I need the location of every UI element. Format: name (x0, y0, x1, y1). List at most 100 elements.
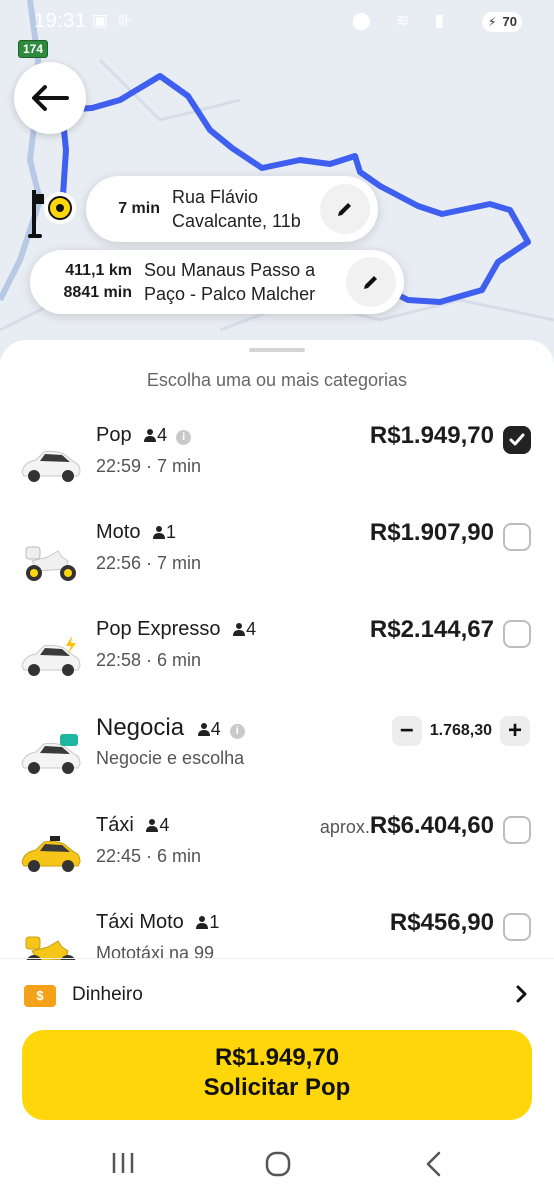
price-prefix: aprox. (319, 817, 370, 837)
pickup-eta: 7 min (118, 200, 160, 217)
category-taxi-moto[interactable]: Táxi Moto 1 Mototáxi na 99 R$456,90 (0, 909, 554, 960)
person-icon (196, 916, 209, 929)
notification-icons: ▣⊪ (92, 11, 143, 30)
road-badge: 174 (18, 40, 49, 58)
battery-level: 70 (502, 14, 517, 29)
price-stepper[interactable]: − 1.768,30 + (391, 716, 530, 746)
recents-button[interactable] (110, 1150, 136, 1181)
checkmark-icon (509, 433, 525, 446)
passenger-count: 1 (209, 912, 220, 932)
home-button[interactable] (264, 1150, 292, 1183)
car-icon (21, 450, 81, 482)
category-negocia[interactable]: Negocia 4 i Negocie e escolha − 1.768,30… (0, 714, 554, 806)
category-moto[interactable]: Moto 1 22:56 · 7 min R$1.907,90 (0, 519, 554, 611)
pickup-address: Rua Flávio Cavalcante, 11b (172, 185, 320, 233)
back-button[interactable] (14, 62, 86, 134)
passenger-count: 4 (159, 815, 170, 835)
category-eta: 22:45 · 6 min (96, 846, 202, 866)
sheet-handle[interactable] (249, 348, 305, 352)
back-arrow-icon (32, 85, 69, 111)
category-checkbox[interactable] (503, 523, 531, 551)
category-name-text: Pop (96, 424, 132, 446)
route-map[interactable]: 19:31 ▣⊪ ⬤ ≋ ▮ ⚡ 70 174 7 min Rua Flávio… (0, 0, 554, 380)
destination-address-line1: Sou Manaus Passo a (144, 260, 316, 280)
home-icon (265, 1151, 291, 1177)
pickup-address-line1: Rua Flávio (172, 187, 259, 207)
category-checkbox[interactable] (503, 620, 531, 648)
person-icon (153, 526, 166, 539)
category-subtitle: Negocie e escolha (96, 748, 245, 768)
category-name-text: Moto (96, 521, 141, 543)
edit-destination-button[interactable] (346, 257, 396, 307)
destination-card[interactable]: 411,1 km 8841 min Sou Manaus Passo a Paç… (30, 250, 404, 314)
request-price: R$1.949,70 (214, 1044, 340, 1071)
category-name: Táxi Moto 1 (96, 911, 219, 934)
category-price: R$2.144,67 (369, 616, 494, 643)
pencil-icon (364, 276, 377, 289)
category-name: Pop 4 i (96, 424, 192, 447)
taxi-icon (21, 836, 81, 872)
increase-price-button[interactable]: + (500, 716, 530, 746)
passenger-capacity: 4 (143, 425, 172, 445)
request-ride-button[interactable]: R$1.949,70 Solicitar Pop (22, 1030, 532, 1120)
passenger-capacity: 4 (145, 815, 169, 835)
signal-icons: ⬤ ≋ ▮ (351, 11, 454, 30)
passenger-capacity: 1 (195, 912, 219, 932)
category-name-text: Negocia (96, 714, 185, 741)
category-name: Táxi 4 (96, 814, 169, 837)
category-taxi[interactable]: Táxi 4 22:45 · 6 min aprox.R$6.404,60 (0, 812, 554, 904)
battery-leaf-icon: ⚡ (488, 15, 497, 29)
cash-icon: $ (24, 985, 56, 1007)
category-name-text: Táxi (96, 814, 134, 836)
category-name: Negocia 4 i (96, 714, 245, 742)
destination-distance: 411,1 km (65, 262, 132, 279)
category-eta: 22:56 · 7 min (96, 553, 202, 573)
category-list[interactable]: Pop 4 i 22:59 · 7 min R$1.949,70 Moto 1 … (0, 404, 554, 960)
pickup-card[interactable]: 7 min Rua Flávio Cavalcante, 11b (86, 176, 378, 242)
decrease-price-button[interactable]: − (391, 716, 422, 746)
negotiate-car-icon (21, 734, 81, 774)
category-price: aprox.R$6.404,60 (320, 812, 494, 840)
motorcycle-icon (25, 546, 76, 581)
destination-address-line2: Paço - Palco Malcher (144, 284, 316, 304)
category-eta: 22:59 · 7 min (96, 456, 202, 476)
category-sheet: Escolha uma ou mais categorias Pop 4 i 2… (0, 340, 554, 1200)
recents-icon (112, 1153, 134, 1173)
passenger-count: 4 (157, 425, 168, 445)
passenger-capacity: 4 (197, 719, 226, 739)
category-name-text: Táxi Moto (96, 911, 184, 933)
taxi-motorcycle-icon (25, 936, 76, 960)
category-checkbox[interactable] (503, 913, 531, 941)
category-name: Pop Expresso 4 (96, 618, 256, 641)
status-bar: 19:31 ▣⊪ ⬤ ≋ ▮ ⚡ 70 (0, 0, 554, 44)
express-car-icon (21, 636, 81, 676)
passenger-count: 1 (166, 522, 177, 542)
info-icon[interactable]: i (176, 430, 192, 445)
payment-method-row[interactable]: $ Dinheiro (0, 958, 554, 1032)
pickup-address-line2: Cavalcante, 11b (172, 211, 301, 231)
passenger-capacity: 4 (232, 619, 256, 639)
system-back-button[interactable] (424, 1150, 444, 1183)
negotiated-price: 1.768,30 (429, 722, 492, 739)
pickup-pin-icon (28, 190, 76, 238)
category-pop-expresso[interactable]: Pop Expresso 4 22:58 · 6 min R$2.144,67 (0, 616, 554, 708)
category-eta: 22:58 · 6 min (96, 650, 202, 670)
category-pop[interactable]: Pop 4 i 22:59 · 7 min R$1.949,70 (0, 422, 554, 514)
status-time: 19:31 (34, 10, 87, 32)
edit-pickup-button[interactable] (320, 184, 370, 234)
passenger-count: 4 (210, 719, 221, 739)
info-icon[interactable]: i (229, 724, 245, 739)
category-checkbox[interactable] (503, 426, 531, 454)
destination-address: Sou Manaus Passo a Paço - Palco Malcher (144, 258, 346, 306)
category-checkbox[interactable] (503, 816, 531, 844)
price-value: R$6.404,60 (369, 812, 494, 839)
category-price: R$456,90 (389, 909, 494, 936)
destination-duration: 8841 min (63, 284, 132, 301)
payment-method-label: Dinheiro (72, 984, 143, 1005)
person-icon (233, 623, 246, 636)
category-name-text: Pop Expresso (96, 618, 221, 640)
request-label: Solicitar Pop (203, 1074, 351, 1101)
category-name: Moto 1 (96, 521, 176, 544)
category-price: R$1.949,70 (369, 422, 494, 449)
pencil-icon (338, 203, 351, 216)
